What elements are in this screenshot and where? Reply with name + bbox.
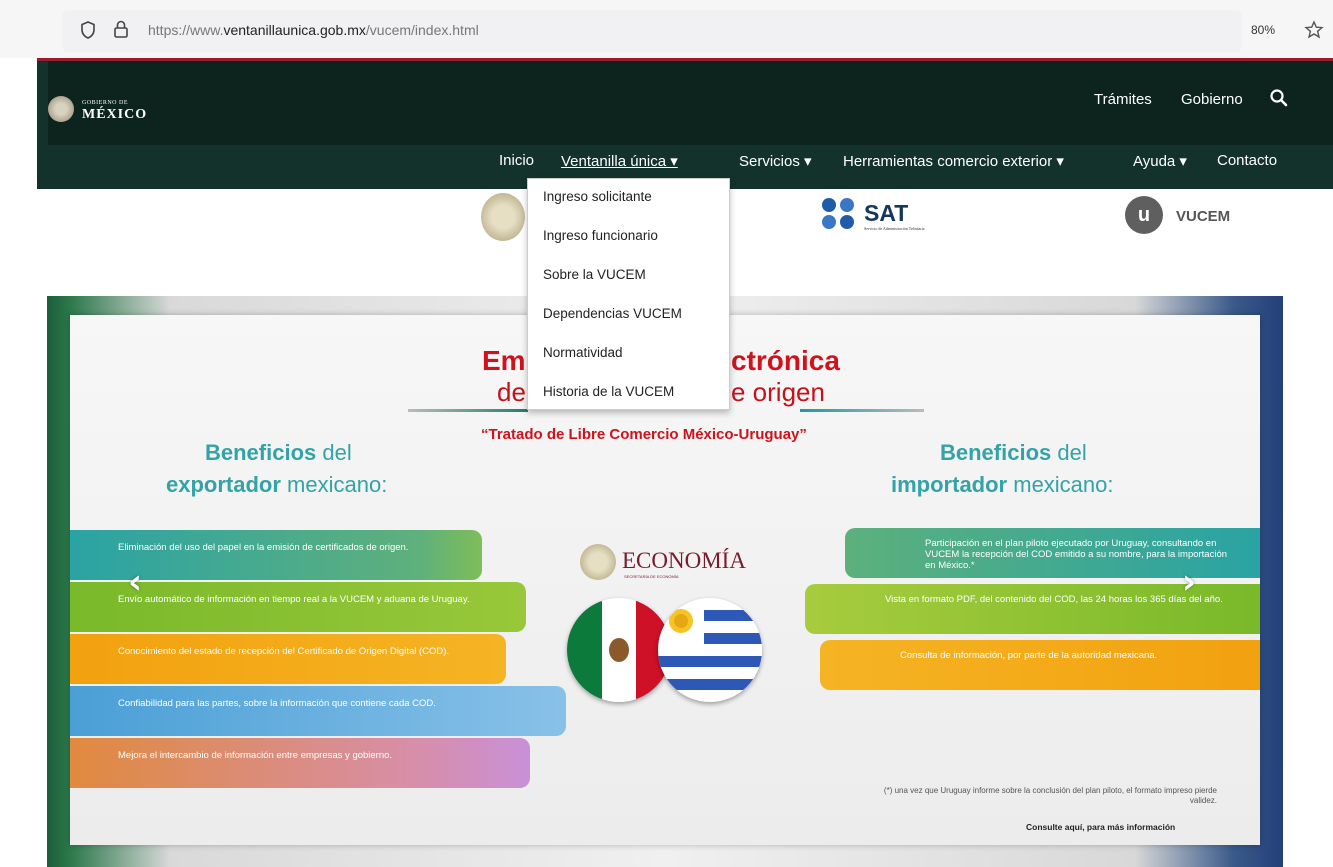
title-rule-right — [800, 409, 924, 412]
nav-ventanilla-unica[interactable]: Ventanilla única ▾ — [561, 152, 678, 170]
title-rule-left — [408, 409, 528, 412]
lock-icon[interactable] — [113, 20, 129, 38]
dropdown-item-sobre-vucem[interactable]: Sobre la VUCEM — [543, 267, 646, 282]
right-heading-line2: importador mexicano: — [891, 472, 1114, 497]
banner-subtitle-right: e origen — [731, 377, 825, 407]
shield-icon[interactable] — [80, 21, 96, 39]
banner-title-right: ctrónica — [731, 345, 840, 376]
nav-herramientas[interactable]: Herramientas comercio exterior ▾ — [843, 152, 1064, 170]
dropdown-item-ingreso-funcionario[interactable]: Ingreso funcionario — [543, 228, 658, 243]
nav-ayuda[interactable]: Ayuda ▾ — [1133, 152, 1187, 170]
sat-logo-icon[interactable] — [820, 197, 860, 231]
bookmark-star-icon[interactable] — [1304, 20, 1324, 40]
right-heading-line1: Beneficios del — [940, 440, 1087, 465]
left-benefit-4: Confiabilidad para las partes, sobre la … — [70, 686, 566, 736]
gov-seal-logo[interactable] — [48, 96, 74, 122]
uruguay-flag-icon — [658, 598, 762, 702]
gov-logo-text[interactable]: MÉXICO — [82, 107, 147, 123]
dropdown-item-historia[interactable]: Historia de la VUCEM — [543, 384, 674, 399]
carousel-next-arrow-icon[interactable]: › — [1182, 562, 1196, 602]
browser-toolbar: https://www.ventanillaunica.gob.mx/vucem… — [0, 0, 1333, 58]
url-text[interactable]: https://www.ventanillaunica.gob.mx/vucem… — [148, 22, 479, 38]
dropdown-item-normatividad[interactable]: Normatividad — [543, 345, 623, 360]
dropdown-item-dependencias[interactable]: Dependencias VUCEM — [543, 306, 682, 321]
top-link-tramites[interactable]: Trámites — [1094, 91, 1152, 108]
consult-link[interactable]: Consulte aquí, para más información — [1026, 822, 1175, 832]
banner-subtitle-left: de — [497, 377, 526, 407]
right-benefit-3: Consulta de información, por parte de la… — [820, 640, 1260, 690]
vucem-logo-icon[interactable]: u — [1125, 196, 1163, 234]
dropdown-item-ingreso-solicitante[interactable]: Ingreso solicitante — [543, 189, 652, 204]
economia-logo-text: ECONOMÍA — [622, 548, 746, 573]
tratado-text: “Tratado de Libre Comercio México-Urugua… — [481, 426, 807, 443]
mexico-flag-icon — [567, 598, 671, 702]
left-heading-line1: Beneficios del — [205, 440, 352, 465]
nav-contacto[interactable]: Contacto — [1217, 152, 1277, 169]
carousel-prev-arrow-icon[interactable]: ‹ — [128, 562, 142, 602]
top-link-gobierno[interactable]: Gobierno — [1181, 91, 1243, 108]
right-benefit-1: Participación en el plan piloto ejecutad… — [845, 528, 1260, 578]
left-heading-line2: exportador mexicano: — [166, 472, 388, 497]
zoom-level[interactable]: 80% — [1251, 23, 1275, 37]
sat-logo-subtext: Servicio de Administración Tributaria — [864, 226, 925, 231]
search-icon[interactable] — [1268, 87, 1290, 109]
gov-seal-icon — [481, 193, 525, 241]
nav-inicio[interactable]: Inicio — [499, 152, 534, 169]
left-benefit-3: Conocimiento del estado de recepción del… — [70, 634, 506, 684]
sat-logo-text[interactable]: SAT — [864, 200, 908, 227]
nav-servicios[interactable]: Servicios ▾ — [739, 152, 812, 170]
economia-logo-subtext: SECRETARÍA DE ECONOMÍA — [624, 574, 679, 579]
footnote-text: (*) una vez que Uruguay informe sobre la… — [883, 786, 1217, 805]
vucem-logo-text[interactable]: VUCEM — [1176, 208, 1230, 225]
left-benefit-5: Mejora el intercambio de información ent… — [70, 738, 530, 788]
economia-seal-icon — [580, 544, 616, 580]
gov-logo-small[interactable]: GOBIERNO DE — [82, 100, 128, 106]
banner-title-left: Em — [482, 345, 526, 376]
ventanilla-dropdown-menu: Ingreso solicitante Ingreso funcionario … — [527, 178, 730, 410]
